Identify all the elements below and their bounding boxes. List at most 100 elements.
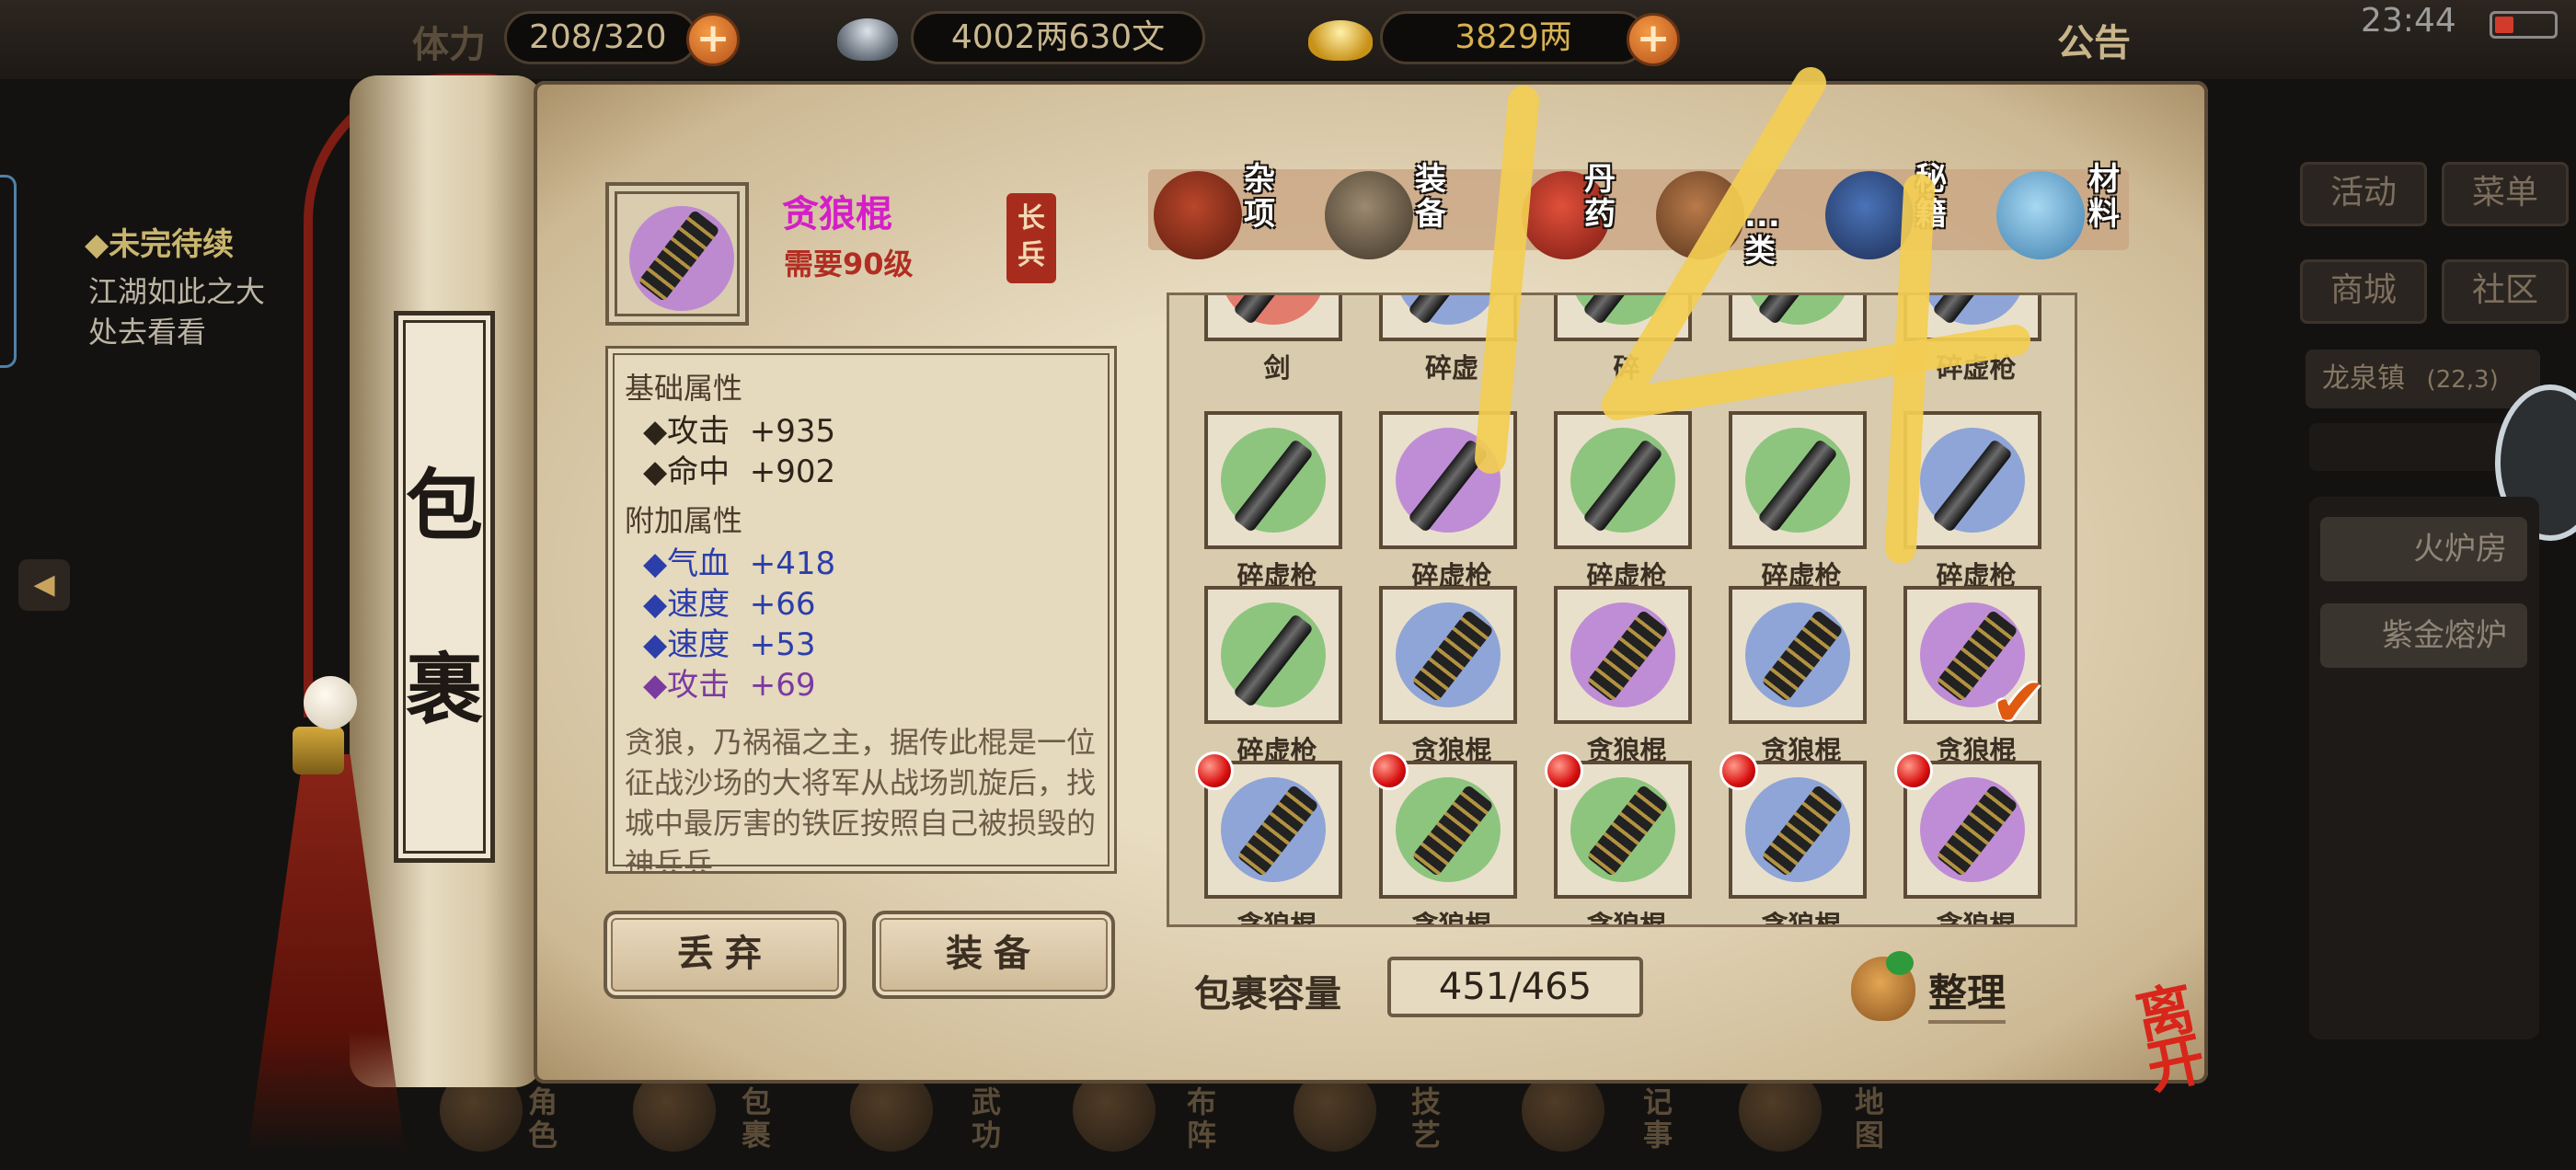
equip-button[interactable]: 装备	[872, 911, 1115, 999]
inventory-slot-label: 碎虚	[1424, 352, 1478, 384]
crystal-icon[interactable]	[1996, 171, 2085, 259]
location-label: 龙泉镇 (22,3)	[2306, 350, 2540, 408]
tab-manuals[interactable]: 秘籍	[1915, 162, 1950, 232]
extra-stat-speed-1: ◆速度 +66	[643, 586, 816, 623]
community-button[interactable]: 社区	[2442, 259, 2569, 324]
leave-button[interactable]: 离开	[2131, 973, 2253, 1102]
silver-counter: 4002两630文	[911, 11, 1205, 64]
announcement-button[interactable]: 公告	[2057, 13, 2131, 66]
nav-bag-label: 包裹	[742, 1084, 772, 1153]
gold-ingot-icon	[1308, 20, 1373, 61]
item-level-requirement: 需要90级	[784, 247, 914, 281]
inventory-slot[interactable]: 碎虚枪	[1204, 411, 1342, 591]
nav-map-label: 地图	[1855, 1084, 1885, 1153]
nav-formation-label: 布阵	[1187, 1084, 1217, 1153]
inventory-slot-label: 贪狼棍	[1586, 910, 1667, 927]
weapon-type-stamp: 长 兵	[1006, 193, 1056, 283]
clock: 23:44	[2361, 2, 2456, 40]
furnace-room-item[interactable]: 火炉房	[2320, 517, 2527, 581]
inventory-slot[interactable]	[1729, 295, 1867, 341]
inventory-slot[interactable]: 贪狼棍	[1195, 751, 1342, 924]
quest-line-1: 江湖如此之大	[88, 274, 266, 309]
inventory-slot[interactable]: 碎虚枪	[1903, 295, 2041, 384]
shop-button[interactable]: 商城	[2300, 259, 2427, 324]
location-coords: (22,3)	[2426, 366, 2499, 394]
new-item-badge	[1195, 751, 1234, 790]
new-item-badge	[1719, 751, 1758, 790]
add-stamina-button[interactable]: +	[686, 13, 740, 66]
extra-stat-attack: ◆攻击 +69	[643, 667, 816, 704]
battery-icon	[2490, 11, 2558, 39]
tab-other[interactable]: ...类	[1744, 199, 1780, 269]
capacity-value: 451/465	[1387, 957, 1643, 1017]
extra-stat-speed-2: ◆速度 +53	[643, 626, 816, 663]
inventory-slot[interactable]: 剑	[1204, 295, 1342, 384]
stamina-label: 体力	[412, 24, 486, 66]
top-bar	[0, 0, 2576, 79]
scroll-title-box: 包 裹	[394, 311, 495, 863]
discard-button[interactable]: 丢弃	[604, 911, 846, 999]
inventory-slot[interactable]: 贪狼棍	[1545, 751, 1692, 924]
menu-button[interactable]: 菜单	[2442, 162, 2569, 226]
nav-skills-label: 技艺	[1411, 1084, 1442, 1153]
stat-attack: ◆攻击 +935	[643, 413, 836, 450]
inventory-slot[interactable]: 贪狼棍	[1729, 586, 1867, 766]
category-tab-bar	[1148, 169, 2129, 250]
add-gold-button[interactable]: +	[1627, 13, 1680, 66]
tab-equipment[interactable]: 装备	[1415, 162, 1450, 232]
tab-materials[interactable]: 材料	[2088, 162, 2123, 232]
stamina-counter: 208/320	[504, 11, 697, 64]
inventory-slot[interactable]: 碎虚枪	[1903, 411, 2041, 591]
jar-icon[interactable]	[1154, 171, 1242, 259]
side-tab-edge[interactable]	[0, 175, 17, 368]
sort-button[interactable]: 整理	[1928, 962, 2007, 1024]
inventory-slot-label: 贪狼棍	[1411, 910, 1492, 927]
inventory-slot[interactable]: 碎	[1554, 295, 1692, 384]
inventory-slot[interactable]: 碎虚枪	[1729, 411, 1867, 591]
vase-icon[interactable]	[1656, 171, 1744, 259]
gold-counter: 3829两	[1380, 11, 1647, 64]
checkmark-icon: ✔	[1990, 663, 2048, 742]
extra-stats-header: 附加属性	[625, 503, 743, 538]
inventory-slot[interactable]: 碎虚枪	[1379, 411, 1517, 591]
inventory-slot[interactable]: 贪狼棍	[1370, 751, 1517, 924]
capacity-label: 包裹容量	[1194, 973, 1341, 1015]
inventory-slot-label: 剑	[1263, 352, 1291, 384]
inventory-slot[interactable]: 贪狼棍	[1719, 751, 1867, 924]
inventory-slot[interactable]: 碎虚	[1379, 295, 1517, 384]
inventory-slot[interactable]: 碎虚枪	[1554, 411, 1692, 591]
collapse-arrow-icon[interactable]: ◀	[18, 559, 70, 611]
tassel-cap	[293, 727, 344, 774]
tab-pills[interactable]: 丹药	[1584, 162, 1619, 232]
selected-item-slot	[605, 182, 749, 326]
nav-character-label: 角色	[528, 1084, 558, 1153]
activity-button[interactable]: 活动	[2300, 162, 2427, 226]
scroll-title-char-2: 裹	[405, 644, 483, 735]
weapon-type-char-1: 长	[1018, 202, 1045, 235]
purple-gold-furnace-item[interactable]: 紫金熔炉	[2320, 603, 2527, 668]
base-stats-header: 基础属性	[625, 371, 743, 406]
inventory-slot-label: 贪狼棍	[1761, 910, 1842, 927]
inventory-slot[interactable]: 贪狼棍	[1554, 586, 1692, 766]
tab-misc[interactable]: 杂项	[1244, 162, 1279, 232]
quest-title[interactable]: ◆未完待续	[85, 219, 234, 264]
inventory-grid[interactable]: 剑碎虚碎碎虚枪 碎虚枪 碎虚枪 碎虚枪 碎虚枪 碎虚枪 碎虚枪 贪狼棍 贪狼棍 贪狼棍 贪狼棍 ✔ 贪狼…	[1167, 292, 2077, 927]
quest-line-2: 处去看看	[88, 315, 207, 350]
silver-icon	[837, 18, 898, 61]
inventory-slot[interactable]: 碎虚枪	[1204, 586, 1342, 766]
extra-stat-hp: ◆气血 +418	[643, 545, 836, 582]
inventory-slot-label: 碎	[1613, 352, 1640, 384]
inventory-slot[interactable]: 贪狼棍	[1379, 586, 1517, 766]
weapon-type-char-2: 兵	[1018, 239, 1045, 271]
item-description: 贪狼，乃祸福之主，据传此棍是一位征战沙场的大将军从战场凯旋后，找城中最厉害的铁匠…	[625, 725, 1097, 874]
inventory-slot[interactable]: 贪狼棍	[1894, 751, 2041, 924]
new-item-badge	[1370, 751, 1409, 790]
item-name: 贪狼棍	[782, 193, 892, 235]
equipment-icon[interactable]	[1325, 171, 1413, 259]
book-icon[interactable]	[1825, 171, 1914, 259]
tassel-bead	[304, 676, 357, 729]
new-item-badge	[1894, 751, 1933, 790]
item-stats-panel[interactable]: 基础属性 ◆攻击 +935 ◆命中 +902 附加属性 ◆气血 +418 ◆速度…	[605, 346, 1117, 874]
inventory-slot-label: 贪狼棍	[1236, 910, 1317, 927]
inventory-slot[interactable]: 贪狼棍 ✔	[1903, 586, 2047, 766]
